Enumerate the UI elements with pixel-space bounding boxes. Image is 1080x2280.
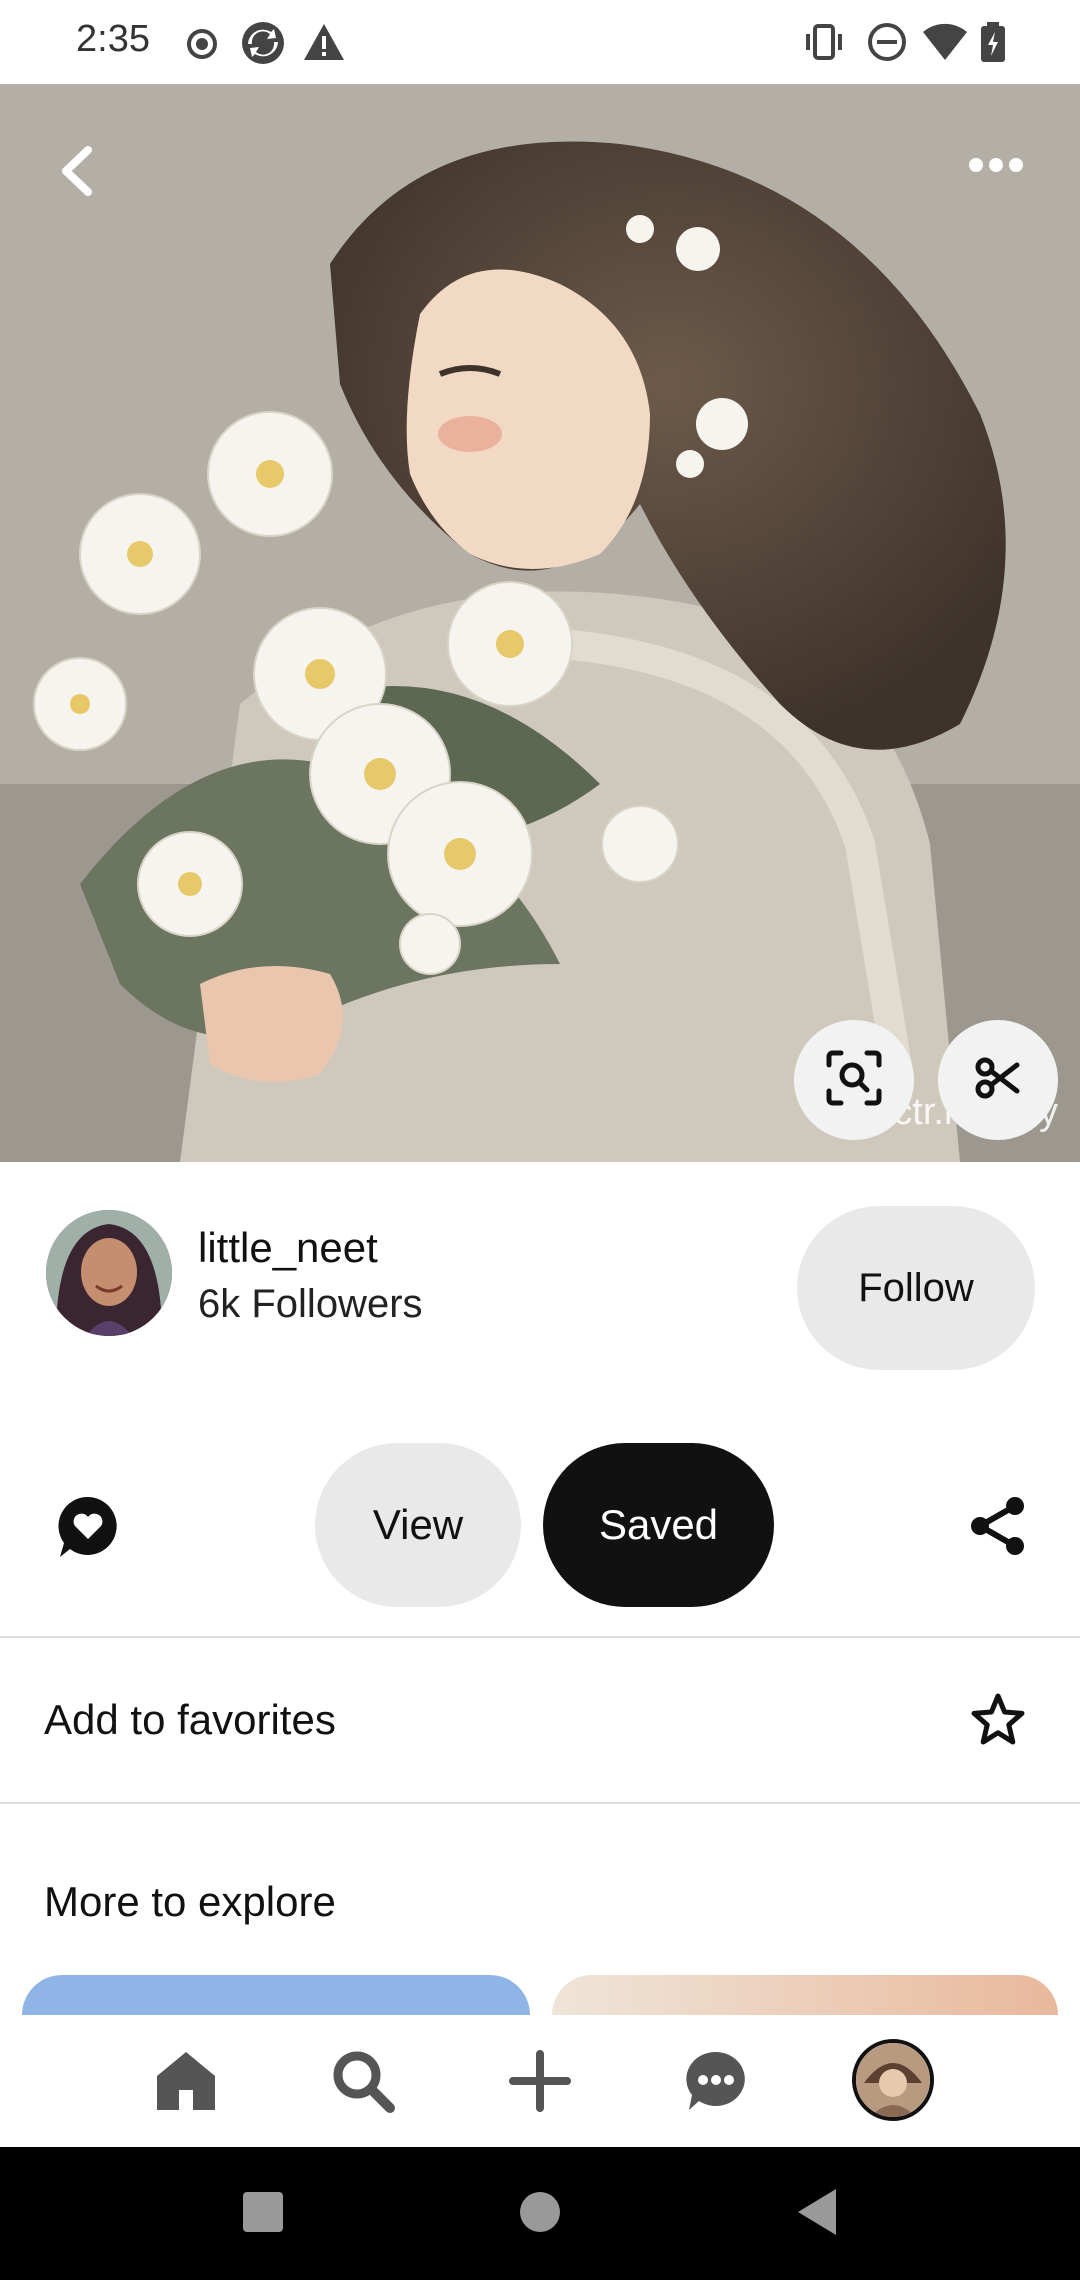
- add-to-favorites-row[interactable]: Add to favorites: [0, 1640, 1080, 1802]
- follow-button[interactable]: Follow: [797, 1206, 1035, 1370]
- search-icon[interactable]: [327, 2045, 399, 2117]
- divider: [0, 1636, 1080, 1638]
- bottom-nav: [0, 2015, 1080, 2147]
- star-icon[interactable]: [970, 1692, 1026, 1753]
- system-nav-bar: [0, 2147, 1080, 2280]
- record-icon: [186, 20, 218, 69]
- explore-pin-card[interactable]: [552, 1975, 1058, 2015]
- do-not-disturb-icon: [866, 20, 908, 69]
- comment-heart-icon[interactable]: [56, 1495, 120, 1564]
- saved-button[interactable]: Saved: [543, 1443, 774, 1607]
- more-icon[interactable]: [966, 150, 1026, 185]
- visual-search-icon: [825, 1049, 883, 1112]
- pin-image[interactable]: @@ctr.mebby: [0, 84, 1080, 1162]
- home-icon[interactable]: [150, 2045, 222, 2117]
- action-row: View Saved: [0, 1400, 1080, 1636]
- home-system-icon[interactable]: [519, 2191, 561, 2238]
- warning-icon: [302, 20, 346, 69]
- status-time: 2:35: [76, 18, 150, 60]
- messages-icon[interactable]: [680, 2045, 752, 2117]
- back-icon[interactable]: [52, 144, 106, 203]
- creator-followers: 6k Followers: [198, 1282, 423, 1326]
- status-bar: 2:35: [0, 0, 1080, 84]
- explore-pin-card[interactable]: [22, 1975, 530, 2015]
- back-system-icon[interactable]: [796, 2187, 838, 2242]
- wifi-icon: [922, 20, 968, 69]
- sync-icon: [240, 20, 286, 71]
- share-icon[interactable]: [968, 1496, 1028, 1561]
- creator-row: little_neet 6k Followers Follow: [0, 1162, 1080, 1402]
- cutout-button[interactable]: [938, 1020, 1058, 1140]
- vibrate-icon: [802, 20, 846, 69]
- battery-icon: [978, 20, 1008, 69]
- more-to-explore-heading: More to explore: [44, 1878, 336, 1925]
- visual-search-button[interactable]: [794, 1020, 914, 1140]
- divider: [0, 1802, 1080, 1804]
- create-icon[interactable]: [504, 2045, 576, 2117]
- cutout-icon: [973, 1053, 1023, 1108]
- creator-avatar[interactable]: [46, 1210, 172, 1336]
- add-to-favorites-label: Add to favorites: [44, 1696, 336, 1743]
- profile-avatar[interactable]: [852, 2039, 934, 2121]
- view-button[interactable]: View: [315, 1443, 521, 1607]
- creator-name[interactable]: little_neet: [198, 1224, 378, 1272]
- recents-icon[interactable]: [242, 2191, 284, 2238]
- pin-illustration: [0, 84, 1080, 1162]
